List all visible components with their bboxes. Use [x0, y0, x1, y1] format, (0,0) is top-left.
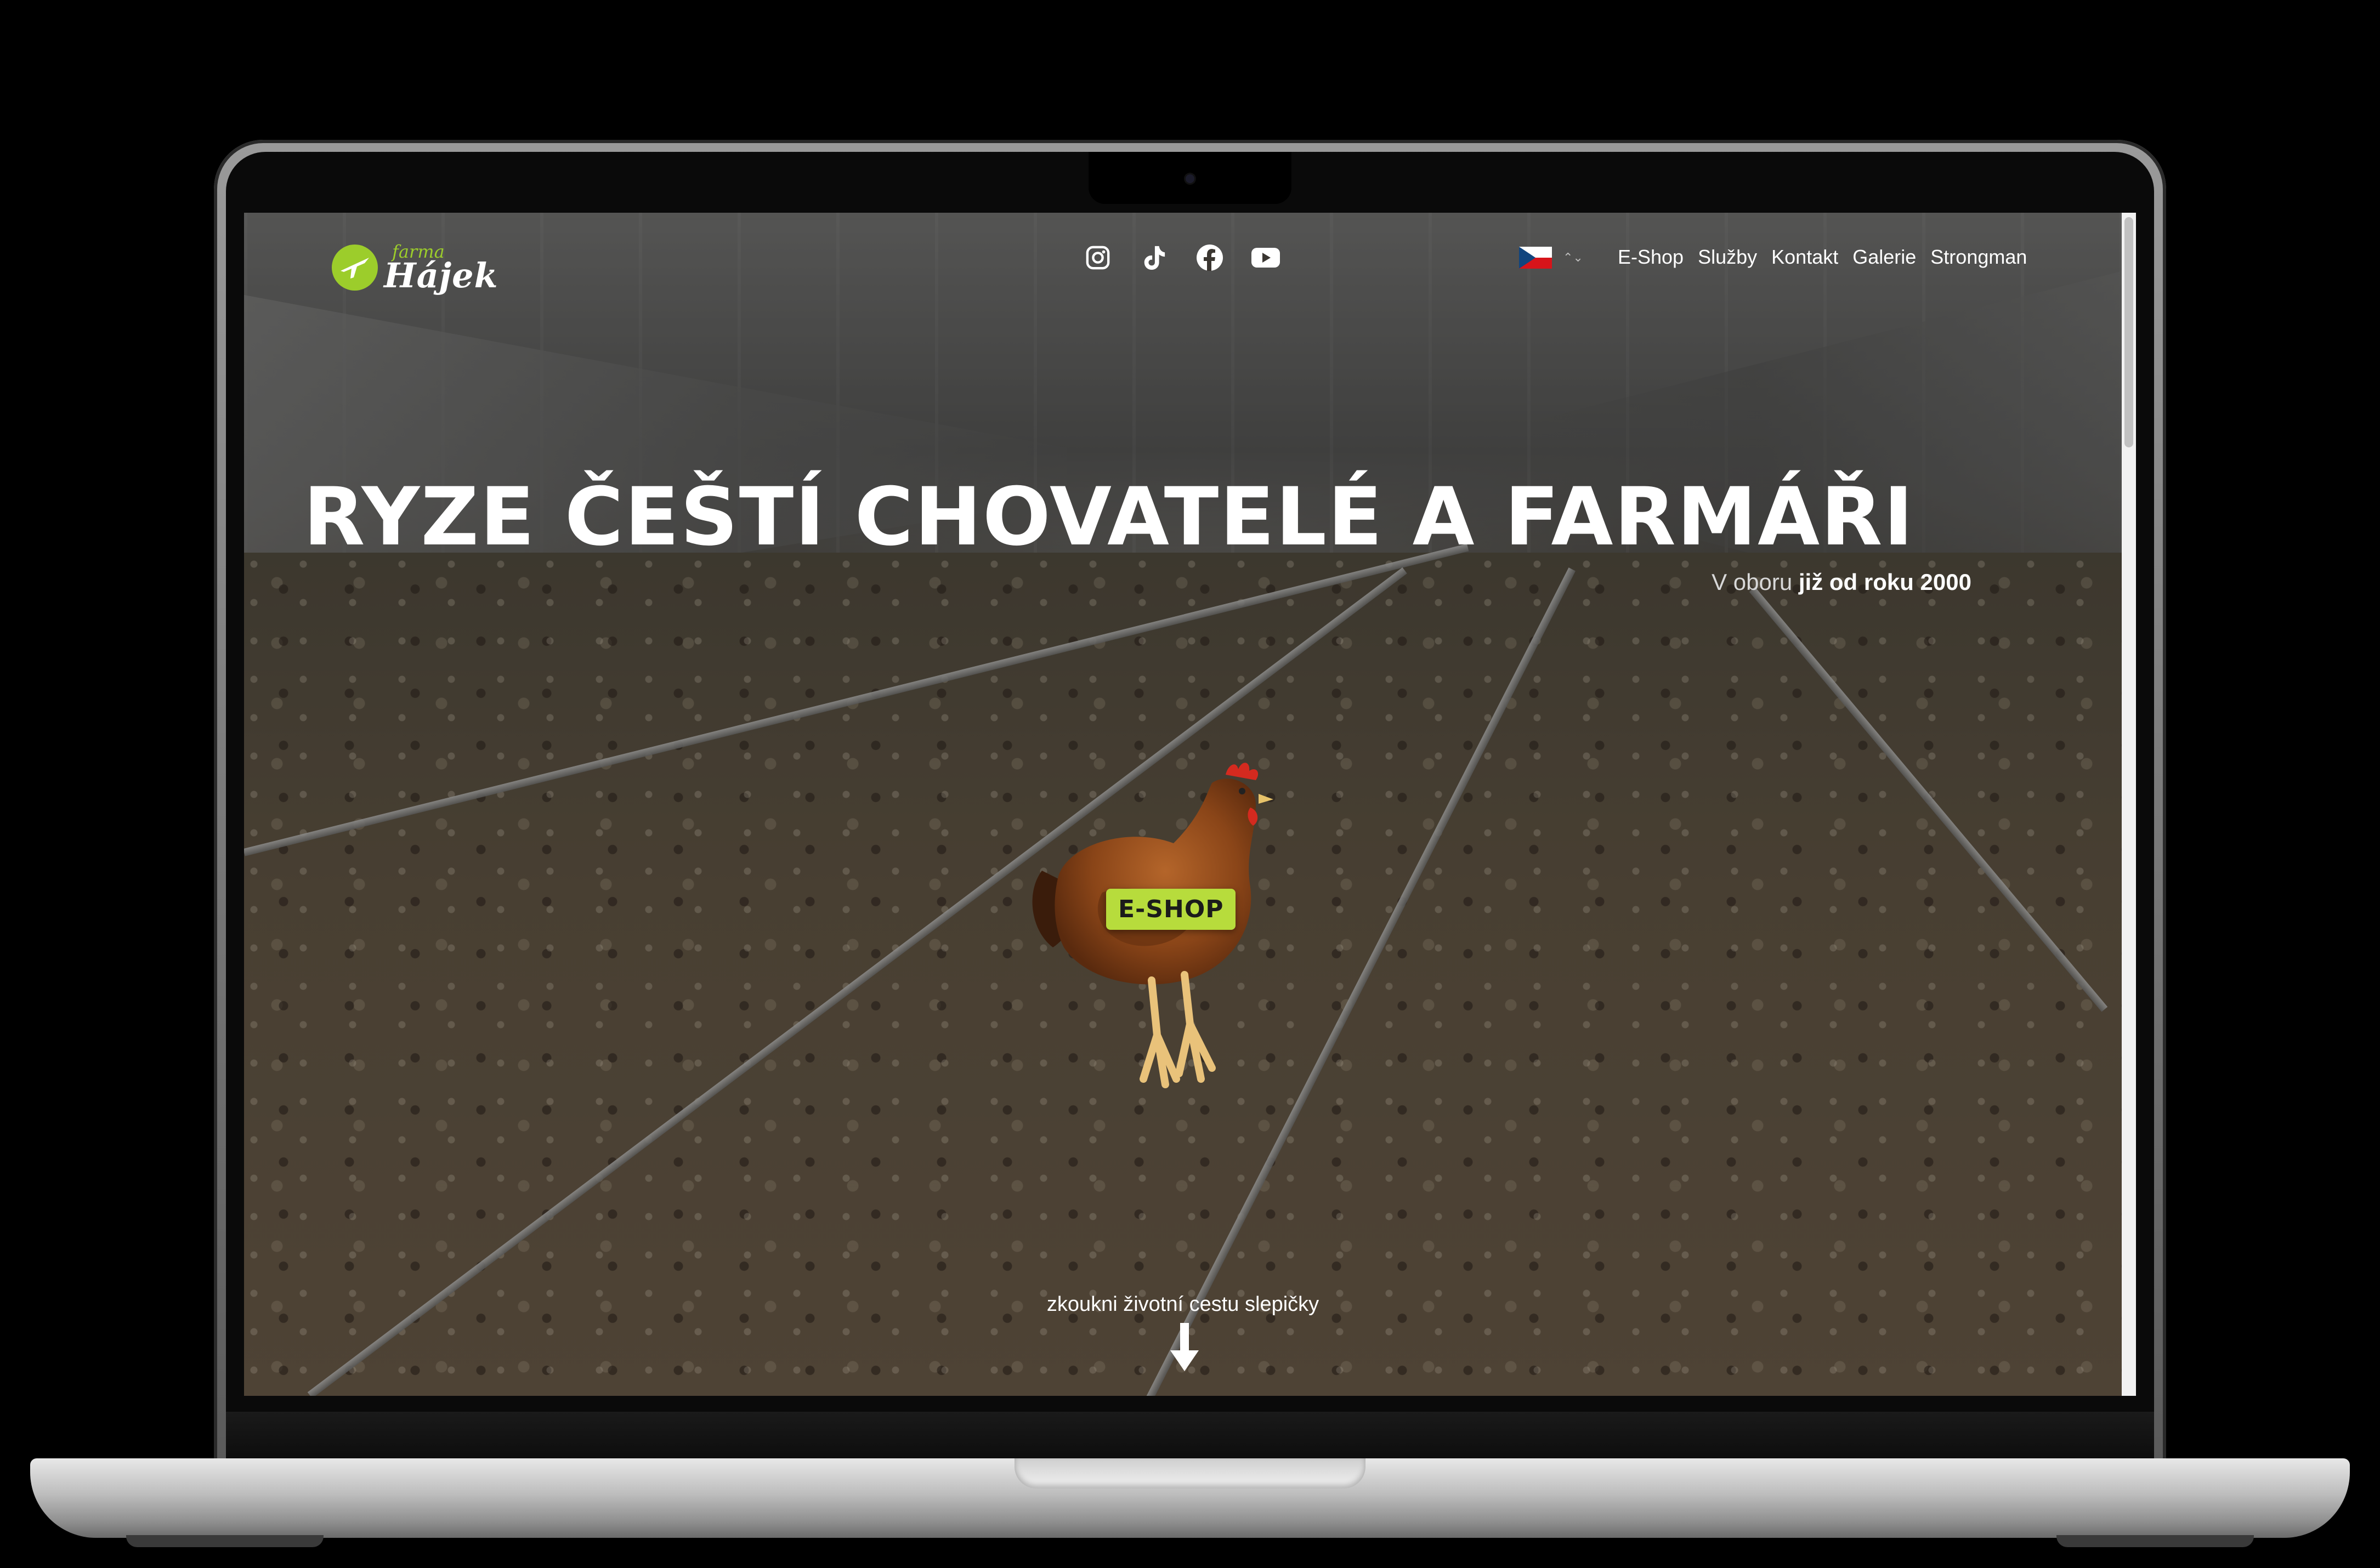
laptop-foot — [126, 1535, 324, 1547]
hero-title: RYZE ČEŠTÍ CHOVATELÉ A FARMÁŘI — [303, 470, 1914, 564]
eshop-button[interactable]: E-SHOP — [1106, 889, 1236, 930]
youtube-icon[interactable] — [1251, 243, 1280, 272]
language-selector[interactable]: ⌃⌄ — [1519, 247, 1583, 269]
arrow-down-icon[interactable] — [1168, 1323, 1201, 1372]
hero-subtitle: V oboru již od roku 2000 — [1712, 569, 1971, 595]
laptop-mockup: farma Hájek ⌃⌄ E-Shop Služby Kontakt Gal… — [0, 0, 2380, 1568]
facebook-icon[interactable] — [1195, 243, 1225, 272]
farma-hajek-logo[interactable]: farma Hájek — [332, 229, 498, 296]
scroll-hint-text[interactable]: zkoukni životní cestu slepičky — [244, 1293, 2122, 1316]
scrollbar[interactable] — [2122, 213, 2136, 1396]
instagram-icon[interactable] — [1083, 243, 1113, 272]
hero-subtitle-prefix: V oboru — [1712, 569, 1799, 595]
chevron-updown-icon: ⌃⌄ — [1563, 251, 1583, 264]
browser-viewport: farma Hájek ⌃⌄ E-Shop Služby Kontakt Gal… — [244, 213, 2136, 1396]
logo-big-text: Hájek — [384, 255, 498, 296]
social-links — [1083, 241, 1280, 274]
nav-item-strongman[interactable]: Strongman — [1930, 246, 2027, 269]
nav-item-eshop[interactable]: E-Shop — [1618, 246, 1684, 269]
nav-item-sluzby[interactable]: Služby — [1698, 246, 1757, 269]
nav-item-galerie[interactable]: Galerie — [1852, 246, 1916, 269]
tiktok-icon[interactable] — [1139, 243, 1169, 272]
hero-subtitle-bold: již od roku 2000 — [1798, 569, 1971, 595]
main-nav: E-Shop Služby Kontakt Galerie Strongman — [1618, 246, 2027, 269]
laptop-opening-notch — [1015, 1458, 1365, 1489]
logo-emblem — [332, 245, 378, 291]
scrollbar-thumb[interactable] — [2124, 217, 2133, 447]
plane-icon — [341, 258, 369, 279]
nav-item-kontakt[interactable]: Kontakt — [1771, 246, 1838, 269]
camera-icon — [1186, 174, 1194, 183]
cz-flag-icon — [1519, 247, 1552, 269]
laptop-foot — [2056, 1535, 2254, 1547]
